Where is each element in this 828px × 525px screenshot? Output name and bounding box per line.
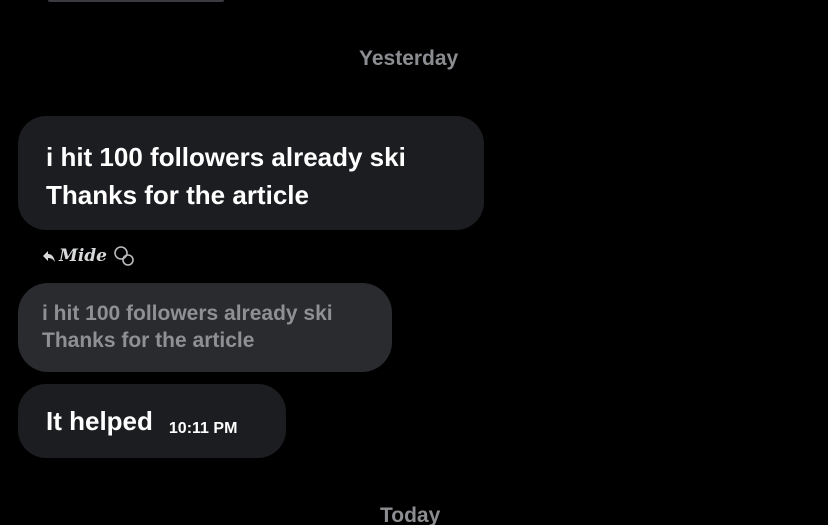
reply-message-text: It helped — [46, 405, 153, 436]
reply-context-label: Mide — [42, 244, 136, 268]
double-circle-icon — [112, 244, 136, 268]
quoted-text-line-2: Thanks for the article — [42, 329, 255, 352]
message-text-line-1: i hit 100 followers already ski — [46, 142, 406, 172]
reply-arrow-icon — [42, 249, 56, 263]
message-text-line-2: Thanks for the article — [46, 180, 309, 210]
reply-author-name: Mide — [59, 246, 107, 266]
received-message-bubble[interactable]: i hit 100 followers already ski Thanks f… — [18, 116, 484, 230]
previous-message-edge — [48, 0, 224, 2]
date-separator-yesterday: Yesterday — [359, 47, 459, 70]
quoted-text-line-1: i hit 100 followers already ski — [42, 302, 333, 325]
reply-message-bubble[interactable]: It helped 10:11 PM — [18, 384, 286, 458]
message-timestamp: 10:11 PM — [168, 420, 238, 437]
quoted-message-bubble[interactable]: i hit 100 followers already ski Thanks f… — [18, 283, 392, 372]
date-separator-today: Today — [380, 504, 441, 525]
chat-thread: Yesterday i hit 100 followers already sk… — [0, 0, 828, 525]
